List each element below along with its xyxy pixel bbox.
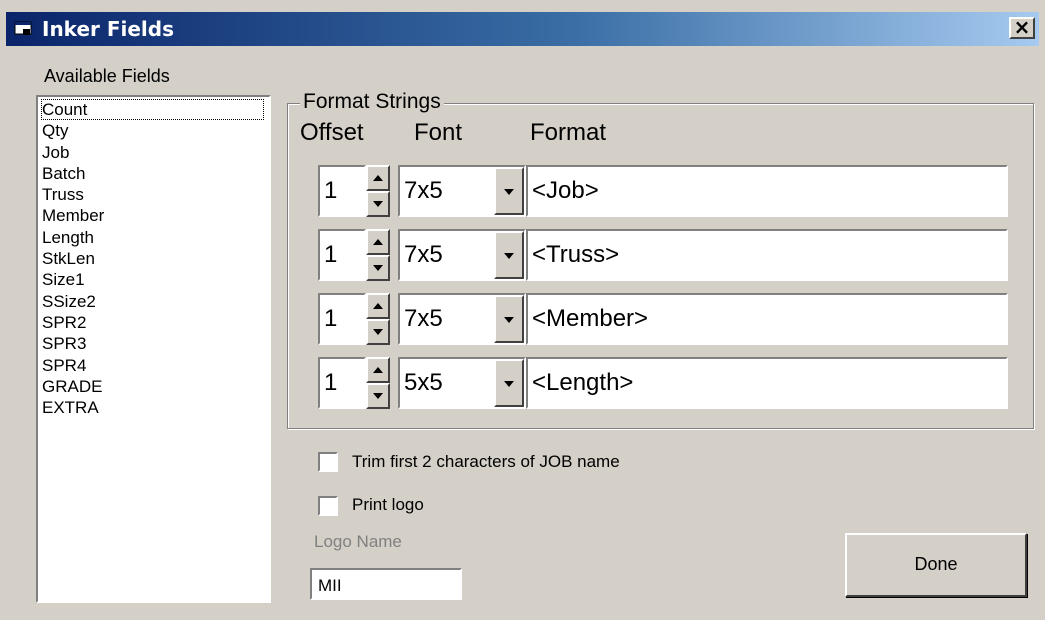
offset-header: Offset xyxy=(300,119,364,146)
list-item[interactable]: Truss xyxy=(41,184,269,205)
font-dropdown-button[interactable] xyxy=(494,295,524,343)
font-select-value: 7x5 xyxy=(404,305,443,332)
format-field[interactable]: <Length> xyxy=(526,357,1008,409)
close-button[interactable]: × xyxy=(1009,17,1035,39)
font-header: Font xyxy=(414,119,463,146)
chevron-down-icon xyxy=(504,189,514,195)
font-select-value: 5x5 xyxy=(404,369,443,396)
list-item[interactable]: Member xyxy=(41,205,269,226)
spin-up-button[interactable] xyxy=(366,293,390,319)
list-item[interactable]: Count xyxy=(41,99,264,121)
arrow-up-icon xyxy=(373,367,383,373)
spin-up-button[interactable] xyxy=(366,229,390,255)
trim-job-checkbox[interactable] xyxy=(318,452,338,472)
font-select[interactable]: 7x5 xyxy=(398,165,526,217)
font-select-value: 7x5 xyxy=(404,241,443,268)
font-select-value: 7x5 xyxy=(404,177,443,204)
format-field[interactable]: <Truss> xyxy=(526,229,1008,281)
trim-job-label: Trim first 2 characters of JOB name xyxy=(352,452,620,471)
list-item[interactable]: SPR2 xyxy=(41,312,269,333)
inker-fields-dialog: Inker Fields × Available Fields Count Qty… xyxy=(0,0,1045,620)
print-logo-label: Print logo xyxy=(352,495,424,514)
offset-field[interactable]: 1 xyxy=(318,293,366,345)
font-dropdown-button[interactable] xyxy=(494,231,524,279)
logo-name-label: Logo Name xyxy=(314,532,402,551)
format-row: 1 7x5 <Member> xyxy=(318,293,1008,345)
arrow-up-icon xyxy=(373,239,383,245)
spin-up-button[interactable] xyxy=(366,357,390,383)
list-item[interactable]: Size1 xyxy=(41,269,269,290)
list-item[interactable]: SSize2 xyxy=(41,291,269,312)
font-select[interactable]: 7x5 xyxy=(398,293,526,345)
window-title: Inker Fields xyxy=(42,17,174,41)
arrow-down-icon xyxy=(373,329,383,335)
arrow-up-icon xyxy=(373,175,383,181)
chevron-down-icon xyxy=(504,253,514,259)
offset-spinner xyxy=(366,357,390,409)
chevron-down-icon xyxy=(504,317,514,323)
offset-spinner xyxy=(366,293,390,345)
logo-name-field[interactable]: MII xyxy=(310,568,462,600)
font-dropdown-button[interactable] xyxy=(494,359,524,407)
offset-spinner xyxy=(366,229,390,281)
offset-field[interactable]: 1 xyxy=(318,229,366,281)
font-select[interactable]: 5x5 xyxy=(398,357,526,409)
font-select[interactable]: 7x5 xyxy=(398,229,526,281)
arrow-up-icon xyxy=(373,303,383,309)
chevron-down-icon xyxy=(504,381,514,387)
format-header: Format xyxy=(530,119,607,146)
format-strings-label: Format Strings xyxy=(300,90,444,114)
available-fields-list[interactable]: Count Qty Job Batch Truss Member Length StkLen S… xyxy=(36,95,271,603)
arrow-down-icon xyxy=(373,393,383,399)
list-item[interactable]: Job xyxy=(41,142,269,163)
format-field[interactable]: <Job> xyxy=(526,165,1008,217)
fields-items: Count Qty Job Batch Truss Member Length StkLen S… xyxy=(38,97,269,418)
spin-down-button[interactable] xyxy=(366,255,390,281)
list-item[interactable]: Qty xyxy=(41,120,269,141)
print-logo-checkbox[interactable] xyxy=(318,496,338,516)
arrow-down-icon xyxy=(373,201,383,207)
title-bar[interactable]: Inker Fields × xyxy=(6,12,1039,46)
offset-spinner xyxy=(366,165,390,217)
done-button[interactable]: Done xyxy=(845,533,1027,597)
arrow-down-icon xyxy=(373,265,383,271)
spin-up-button[interactable] xyxy=(366,165,390,191)
format-field[interactable]: <Member> xyxy=(526,293,1008,345)
list-item[interactable]: Length xyxy=(41,227,269,248)
spin-down-button[interactable] xyxy=(366,191,390,217)
app-icon xyxy=(14,21,32,35)
font-dropdown-button[interactable] xyxy=(494,167,524,215)
list-item[interactable]: EXTRA xyxy=(41,397,269,418)
offset-field[interactable]: 1 xyxy=(318,165,366,217)
format-row: 1 5x5 <Length> xyxy=(318,357,1008,409)
spin-down-button[interactable] xyxy=(366,319,390,345)
list-item[interactable]: SPR4 xyxy=(41,355,269,376)
list-item[interactable]: SPR3 xyxy=(41,333,269,354)
list-item[interactable]: Batch xyxy=(41,163,269,184)
list-item[interactable]: StkLen xyxy=(41,248,269,269)
format-row: 1 7x5 <Truss> xyxy=(318,229,1008,281)
format-row: 1 7x5 <Job> xyxy=(318,165,1008,217)
list-item[interactable]: GRADE xyxy=(41,376,269,397)
available-fields-label: Available Fields xyxy=(44,66,170,86)
spin-down-button[interactable] xyxy=(366,383,390,409)
offset-field[interactable]: 1 xyxy=(318,357,366,409)
